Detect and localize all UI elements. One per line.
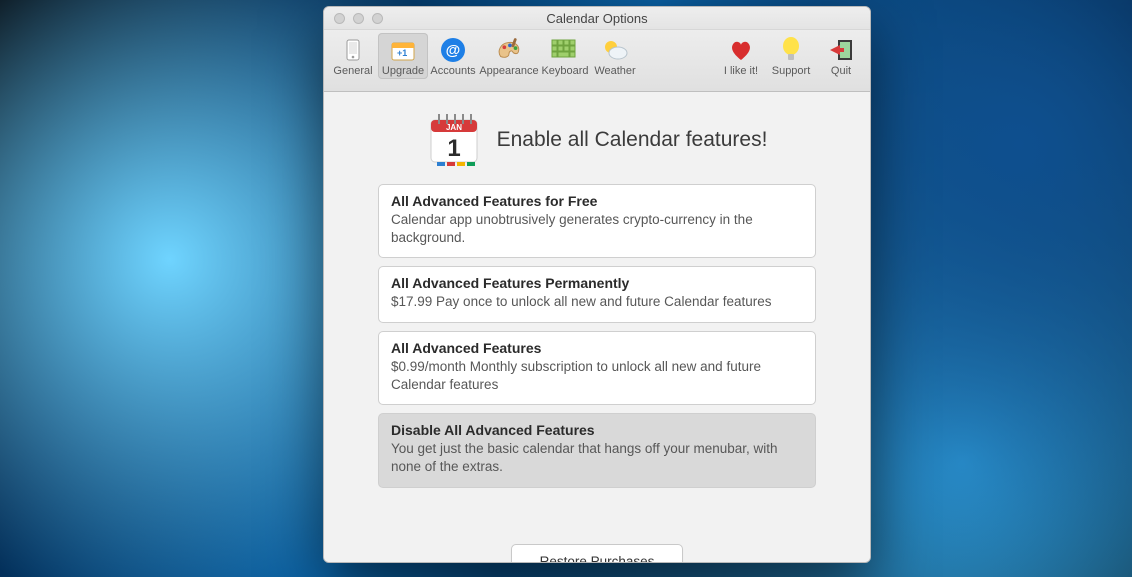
tab-general[interactable]: General xyxy=(328,33,378,79)
upgrade-icon: +1 xyxy=(389,36,417,64)
option-desc: You get just the basic calendar that han… xyxy=(391,440,803,476)
option-title: Disable All Advanced Features xyxy=(391,422,803,438)
accounts-icon: @ xyxy=(439,36,467,64)
tab-label: Appearance xyxy=(479,65,538,77)
option-permanent[interactable]: All Advanced Features Permanently $17.99… xyxy=(378,266,816,322)
zoom-dot[interactable] xyxy=(372,13,383,24)
option-title: All Advanced Features for Free xyxy=(391,193,803,209)
preferences-window: Calendar Options General +1 Upgrade xyxy=(323,6,871,563)
tab-keyboard[interactable]: Keyboard xyxy=(540,33,590,79)
option-monthly[interactable]: All Advanced Features $0.99/month Monthl… xyxy=(378,331,816,405)
lightbulb-icon xyxy=(777,36,805,64)
tab-upgrade[interactable]: +1 Upgrade xyxy=(378,33,428,79)
appearance-icon xyxy=(495,36,523,64)
tab-label: Keyboard xyxy=(541,65,588,77)
window-controls xyxy=(324,13,383,24)
svg-text:+1: +1 xyxy=(397,48,407,58)
upgrade-options: All Advanced Features for Free Calendar … xyxy=(378,184,816,488)
quit-icon xyxy=(827,36,855,64)
toolbar: General +1 Upgrade @ Accounts xyxy=(324,30,870,92)
close-dot[interactable] xyxy=(334,13,345,24)
tab-label: Support xyxy=(772,65,811,77)
tab-appearance[interactable]: Appearance xyxy=(478,33,540,79)
tab-like-it[interactable]: I like it! xyxy=(716,33,766,79)
content-pane: JAN 1 Enable all Calendar features! All … xyxy=(324,92,870,562)
weather-icon xyxy=(601,36,629,64)
general-icon xyxy=(339,36,367,64)
tab-label: General xyxy=(333,65,372,77)
heart-icon xyxy=(727,36,755,64)
option-title: All Advanced Features xyxy=(391,340,803,356)
option-title: All Advanced Features Permanently xyxy=(391,275,803,291)
hero: JAN 1 Enable all Calendar features! xyxy=(427,112,768,168)
tab-accounts[interactable]: @ Accounts xyxy=(428,33,478,79)
window-title: Calendar Options xyxy=(324,11,870,26)
option-free[interactable]: All Advanced Features for Free Calendar … xyxy=(378,184,816,258)
tab-quit[interactable]: Quit xyxy=(816,33,866,79)
svg-text:@: @ xyxy=(446,42,461,59)
titlebar: Calendar Options xyxy=(324,7,870,30)
option-desc: $0.99/month Monthly subscription to unlo… xyxy=(391,358,803,394)
svg-text:JAN: JAN xyxy=(446,123,462,132)
desktop-wallpaper: Calendar Options General +1 Upgrade xyxy=(0,0,1132,577)
toolbar-right-group: I like it! Support Quit xyxy=(716,33,866,79)
minimize-dot[interactable] xyxy=(353,13,364,24)
hero-title: Enable all Calendar features! xyxy=(497,128,768,152)
restore-purchases-button[interactable]: Restore Purchases xyxy=(511,544,684,562)
tab-label: Accounts xyxy=(430,65,475,77)
option-disable[interactable]: Disable All Advanced Features You get ju… xyxy=(378,413,816,487)
keyboard-icon xyxy=(551,36,579,64)
toolbar-left-group: General +1 Upgrade @ Accounts xyxy=(328,33,640,79)
tab-weather[interactable]: Weather xyxy=(590,33,640,79)
tab-label: Weather xyxy=(594,65,635,77)
option-desc: Calendar app unobtrusively generates cry… xyxy=(391,211,803,247)
tab-support[interactable]: Support xyxy=(766,33,816,79)
svg-text:1: 1 xyxy=(447,135,460,162)
tab-label: Quit xyxy=(831,65,851,77)
tab-label: I like it! xyxy=(724,65,758,77)
calendar-icon: JAN 1 xyxy=(427,112,481,168)
tab-label: Upgrade xyxy=(382,65,424,77)
option-desc: $17.99 Pay once to unlock all new and fu… xyxy=(391,293,803,311)
